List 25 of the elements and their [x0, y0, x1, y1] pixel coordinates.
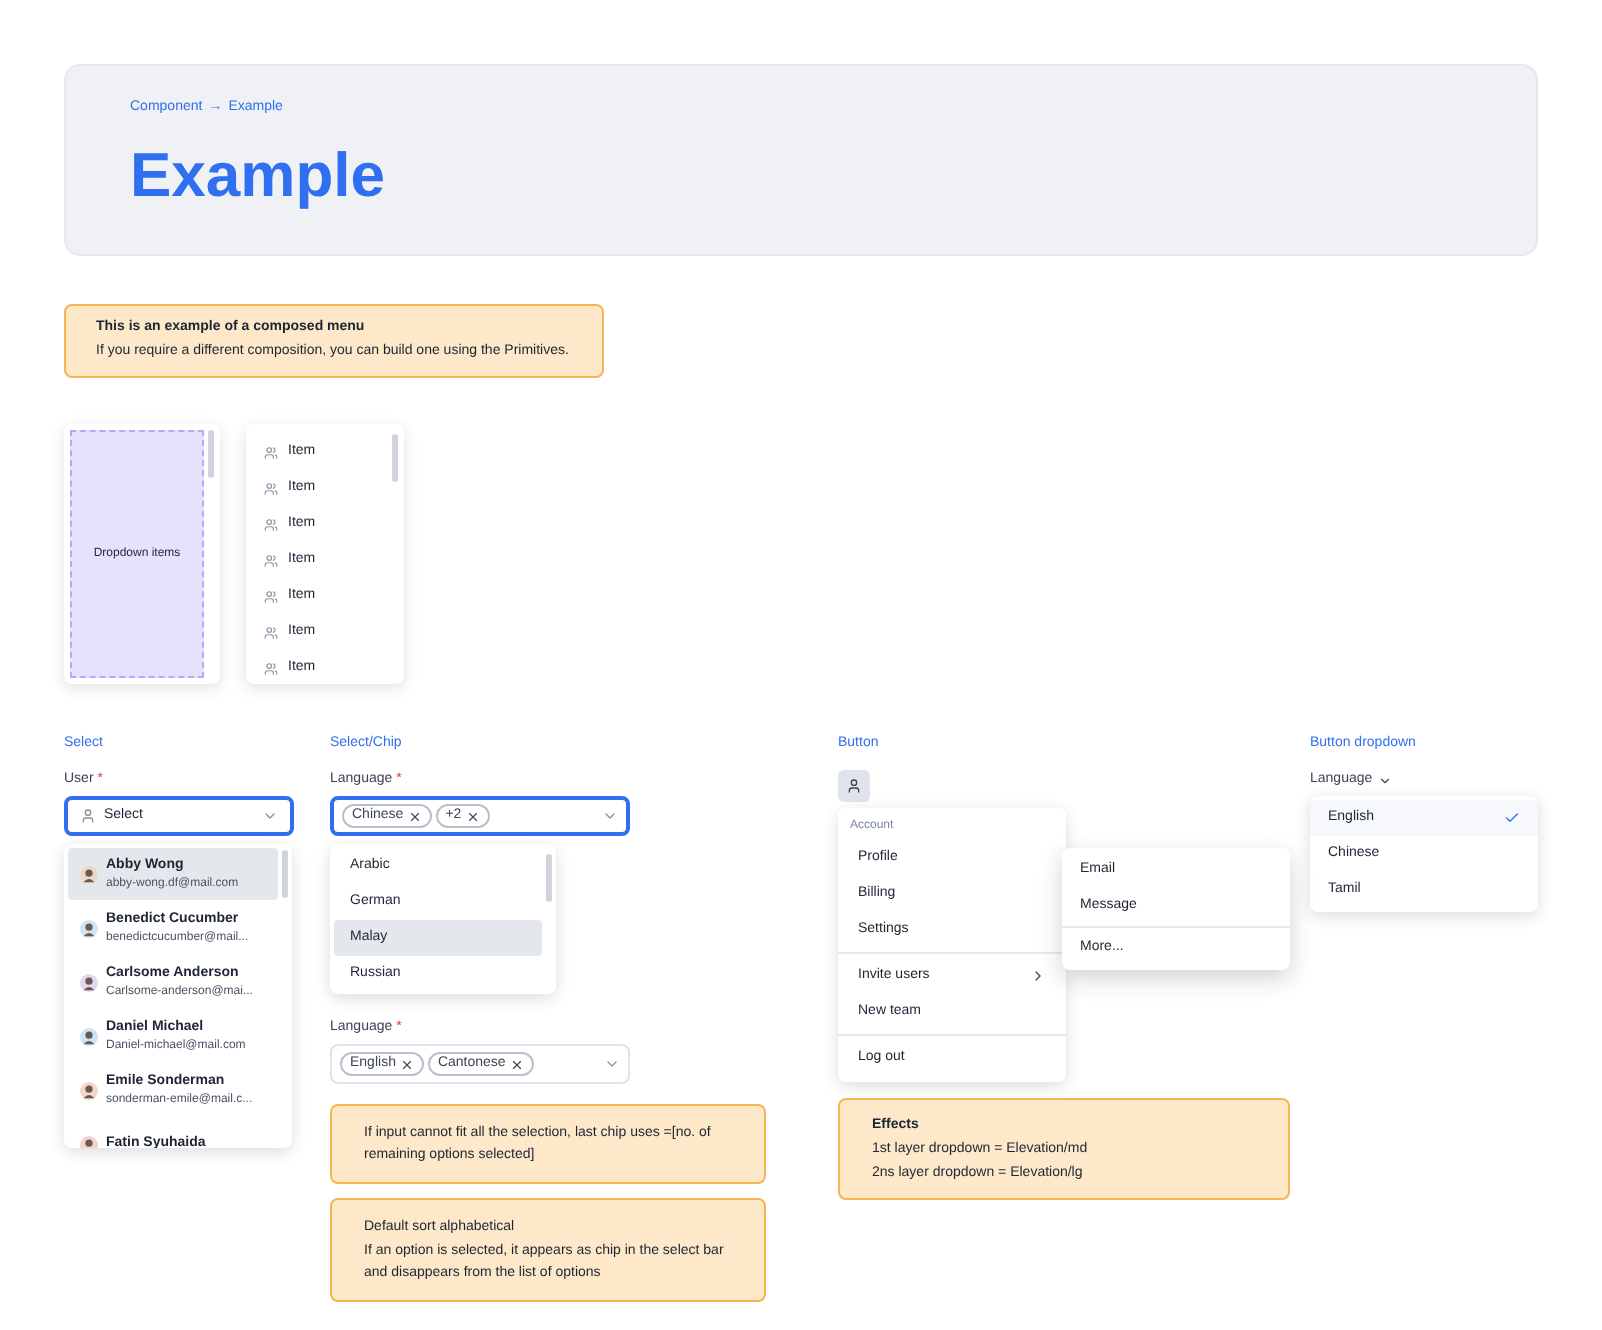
user-icon — [80, 808, 96, 824]
user-icon — [846, 778, 862, 794]
scrollbar — [282, 850, 288, 898]
user-button[interactable] — [838, 770, 870, 802]
chevron-down-icon — [1378, 773, 1393, 787]
users-icon — [264, 661, 278, 675]
users-icon — [264, 445, 278, 459]
scrollbar — [392, 434, 398, 482]
chevron-down-icon — [602, 808, 618, 824]
users-icon — [264, 517, 278, 531]
users-icon — [264, 625, 278, 639]
chevron-down-icon — [262, 808, 278, 824]
remove-icon — [509, 1057, 524, 1071]
users-icon — [264, 553, 278, 567]
remove-icon — [407, 809, 422, 823]
chevron-right-icon — [1030, 968, 1046, 984]
page-title: Example — [130, 140, 386, 212]
remove-icon — [465, 809, 480, 823]
scrollbar — [208, 430, 214, 478]
scrollbar — [546, 854, 552, 902]
check-icon — [1504, 810, 1520, 826]
remove-icon — [399, 1057, 414, 1071]
users-icon — [264, 481, 278, 495]
users-icon — [264, 589, 278, 603]
chevron-down-icon — [604, 1056, 620, 1072]
